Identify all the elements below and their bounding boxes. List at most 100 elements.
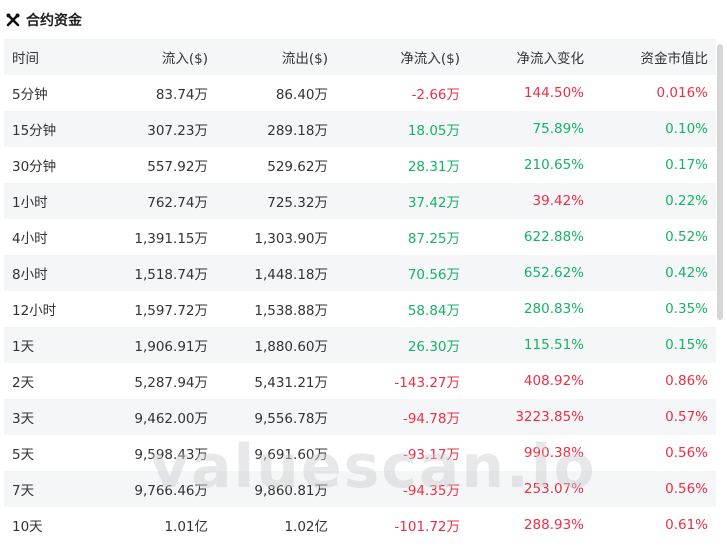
outflow-cell: 9,556.78万: [254, 411, 328, 427]
net-change-cell: 210.65%: [523, 157, 584, 173]
outflow-cell: 1,303.90万: [254, 231, 328, 247]
funds-table: 时间 流入($) 流出($) 净流入($) 净流入变化 资金市值比 5分钟 83.…: [4, 39, 716, 543]
market-cap-ratio-cell: 0.016%: [656, 85, 708, 101]
net-inflow-cell: 58.84万: [407, 303, 460, 319]
inflow-cell: 557.92万: [147, 159, 208, 175]
outflow-cell: 1.02亿: [284, 519, 328, 535]
outflow-cell: 725.32万: [267, 195, 328, 211]
period-cell: 1小时: [12, 195, 48, 211]
column-header-market-cap-ratio: 资金市值比: [640, 51, 709, 67]
period-cell: 15分钟: [12, 123, 57, 139]
table-row: 1天 1,906.91万 1,880.60万 26.30万 115.51% 0.15%: [4, 327, 716, 363]
inflow-cell: 1,391.15万: [134, 231, 208, 247]
net-inflow-cell: -101.72万: [394, 519, 460, 535]
table-row: 12小时 1,597.72万 1,538.88万 58.84万 280.83% 0.35%: [4, 291, 716, 327]
table-row: 30分钟 557.92万 529.62万 28.31万 210.65% 0.17%: [4, 147, 716, 183]
panel-title: 合约资金: [26, 13, 82, 29]
table-row: 7天 9,766.46万 9,860.81万 -94.35万 253.07% 0.56%: [4, 471, 716, 507]
net-change-cell: 288.93%: [523, 517, 584, 533]
crossed-tools-icon: [6, 13, 20, 27]
inflow-cell: 307.23万: [147, 123, 208, 139]
net-change-cell: 280.83%: [523, 301, 584, 317]
inflow-cell: 1.01亿: [164, 519, 208, 535]
net-inflow-cell: -94.35万: [402, 483, 460, 499]
net-inflow-cell: -2.66万: [411, 87, 460, 103]
outflow-cell: 9,860.81万: [254, 483, 328, 499]
column-header-outflow: 流出($): [281, 51, 328, 67]
net-inflow-cell: 70.56万: [407, 267, 460, 283]
net-inflow-cell: 87.25万: [407, 231, 460, 247]
period-cell: 5分钟: [12, 87, 48, 103]
column-header-period: 时间: [12, 51, 39, 67]
scrollbar-thumb[interactable]: [717, 44, 723, 320]
market-cap-ratio-cell: 0.57%: [665, 409, 708, 425]
net-inflow-cell: 37.42万: [407, 195, 460, 211]
net-change-cell: 408.92%: [523, 373, 584, 389]
net-change-cell: 115.51%: [523, 337, 584, 353]
market-cap-ratio-cell: 0.42%: [665, 265, 708, 281]
table-header: 时间 流入($) 流出($) 净流入($) 净流入变化 资金市值比: [4, 39, 716, 75]
market-cap-ratio-cell: 0.56%: [665, 445, 708, 461]
period-cell: 8小时: [12, 267, 48, 283]
net-change-cell: 3223.85%: [515, 409, 584, 425]
outflow-cell: 1,448.18万: [254, 267, 328, 283]
market-cap-ratio-cell: 0.56%: [665, 481, 708, 497]
net-change-cell: 990.38%: [523, 445, 584, 461]
period-cell: 7天: [12, 483, 35, 499]
inflow-cell: 9,766.46万: [134, 483, 208, 499]
column-header-net-inflow: 净流入($): [400, 51, 460, 67]
net-inflow-cell: -93.17万: [402, 447, 460, 463]
market-cap-ratio-cell: 0.22%: [665, 193, 708, 209]
net-change-cell: 622.88%: [523, 229, 584, 245]
table-row: 1小时 762.74万 725.32万 37.42万 39.42% 0.22%: [4, 183, 716, 219]
net-inflow-cell: -143.27万: [394, 375, 460, 391]
column-header-inflow: 流入($): [161, 51, 208, 67]
outflow-cell: 1,538.88万: [254, 303, 328, 319]
outflow-cell: 5,431.21万: [254, 375, 328, 391]
net-inflow-cell: 18.05万: [407, 123, 460, 139]
market-cap-ratio-cell: 0.86%: [665, 373, 708, 389]
column-header-net-change: 净流入变化: [516, 51, 585, 67]
inflow-cell: 9,462.00万: [134, 411, 208, 427]
outflow-cell: 9,691.60万: [254, 447, 328, 463]
inflow-cell: 5,287.94万: [134, 375, 208, 391]
table-row: 8小时 1,518.74万 1,448.18万 70.56万 652.62% 0.42%: [4, 255, 716, 291]
period-cell: 10天: [12, 519, 43, 535]
table-row: 4小时 1,391.15万 1,303.90万 87.25万 622.88% 0.52%: [4, 219, 716, 255]
outflow-cell: 289.18万: [267, 123, 328, 139]
net-change-cell: 39.42%: [532, 193, 584, 209]
table-row: 15分钟 307.23万 289.18万 18.05万 75.89% 0.10%: [4, 111, 716, 147]
market-cap-ratio-cell: 0.15%: [665, 337, 708, 353]
contract-funds-panel: 合约资金 时间 流入($) 流出($) 净流入($) 净流入变化 资金市值比 5…: [0, 0, 727, 549]
inflow-cell: 1,597.72万: [134, 303, 208, 319]
period-cell: 3天: [12, 411, 35, 427]
net-inflow-cell: -94.78万: [402, 411, 460, 427]
market-cap-ratio-cell: 0.61%: [665, 517, 708, 533]
table-row: 5天 9,598.43万 9,691.60万 -93.17万 990.38% 0.56%: [4, 435, 716, 471]
period-cell: 1天: [12, 339, 35, 355]
net-change-cell: 652.62%: [523, 265, 584, 281]
period-cell: 12小时: [12, 303, 57, 319]
market-cap-ratio-cell: 0.52%: [665, 229, 708, 245]
inflow-cell: 762.74万: [147, 195, 208, 211]
period-cell: 5天: [12, 447, 35, 463]
market-cap-ratio-cell: 0.10%: [665, 121, 708, 137]
period-cell: 4小时: [12, 231, 48, 247]
outflow-cell: 529.62万: [267, 159, 328, 175]
net-inflow-cell: 28.31万: [407, 159, 460, 175]
period-cell: 30分钟: [12, 159, 57, 175]
net-inflow-cell: 26.30万: [407, 339, 460, 355]
table-row: 10天 1.01亿 1.02亿 -101.72万 288.93% 0.61%: [4, 507, 716, 543]
table-row: 3天 9,462.00万 9,556.78万 -94.78万 3223.85% 0.57%: [4, 399, 716, 435]
table-row: 2天 5,287.94万 5,431.21万 -143.27万 408.92% 0.86%: [4, 363, 716, 399]
market-cap-ratio-cell: 0.35%: [665, 301, 708, 317]
table-row: 5分钟 83.74万 86.40万 -2.66万 144.50% 0.016%: [4, 75, 716, 111]
outflow-cell: 86.40万: [275, 87, 328, 103]
inflow-cell: 1,906.91万: [134, 339, 208, 355]
outflow-cell: 1,880.60万: [254, 339, 328, 355]
table-body: 5分钟 83.74万 86.40万 -2.66万 144.50% 0.016% 15分钟 30…: [4, 75, 716, 543]
inflow-cell: 9,598.43万: [134, 447, 208, 463]
market-cap-ratio-cell: 0.17%: [665, 157, 708, 173]
net-change-cell: 75.89%: [532, 121, 584, 137]
period-cell: 2天: [12, 375, 35, 391]
